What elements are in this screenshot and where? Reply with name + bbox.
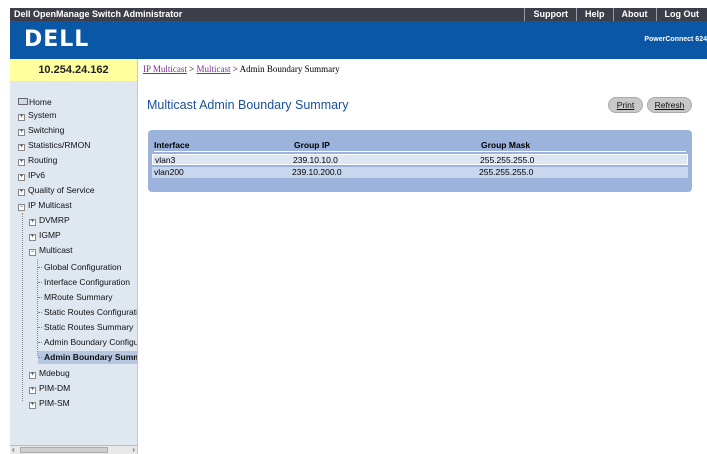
sidebar-item-global-config[interactable]: Global Configuration — [38, 261, 122, 274]
sidebar-item-label: PIM-SM — [39, 398, 70, 408]
sidebar-item-multicast[interactable]: − Multicast — [29, 244, 73, 257]
sidebar-item-label: Switching — [28, 125, 65, 135]
logout-link[interactable]: Log Out — [655, 8, 707, 21]
sidebar-item-label: Mdebug — [39, 368, 70, 378]
sidebar-item-label: Quality of Service — [28, 185, 95, 195]
help-link[interactable]: Help — [575, 8, 613, 21]
sidebar-item-label: Routing — [28, 155, 58, 165]
header-banner: DELL PowerConnect 624 — [10, 21, 707, 59]
sidebar-item-static-routes-summary[interactable]: Static Routes Summary — [38, 321, 133, 334]
sidebar-item-admin-boundary-config[interactable]: Admin Boundary Configuration — [38, 336, 137, 349]
sidebar-item-label: MRoute Summary — [44, 292, 113, 302]
sidebar-item-label: System — [28, 110, 57, 120]
header-interface: Interface — [154, 140, 190, 150]
expand-icon[interactable]: + — [29, 234, 36, 241]
breadcrumb: IP Multicast > Multicast > Admin Boundar… — [143, 64, 340, 74]
cell-group-mask: 255.255.255.0 — [479, 167, 534, 177]
sidebar-item-label: Admin Boundary Summary — [44, 352, 137, 362]
expand-icon[interactable]: + — [18, 174, 25, 181]
sidebar-item-pim-dm[interactable]: + PIM-DM — [29, 382, 70, 395]
sidebar-item-igmp[interactable]: + IGMP — [29, 229, 61, 242]
sidebar-item-home[interactable]: Home — [18, 96, 52, 109]
sidebar-item-label: PIM-DM — [39, 383, 71, 393]
sidebar-item-label: Multicast — [39, 245, 73, 255]
breadcrumb-separator: > — [186, 64, 197, 74]
expand-icon[interactable]: + — [18, 114, 25, 121]
sidebar-nav: Home + System + Switching + Statistics/RMON… — [10, 81, 138, 454]
page-title: Multicast Admin Boundary Summary — [147, 98, 349, 112]
expand-icon[interactable]: + — [18, 144, 25, 151]
scroll-right-icon[interactable]: › — [132, 445, 135, 454]
summary-table: Interface Group IP Group Mask vlan3 239.… — [148, 130, 692, 192]
header-group-ip: Group IP — [294, 140, 330, 150]
sidebar-item-static-routes-config[interactable]: Static Routes Configuration — [38, 306, 138, 319]
product-name: PowerConnect 624 — [644, 36, 707, 43]
top-bar: Dell OpenManage Switch Administrator Sup… — [10, 8, 707, 21]
cell-group-mask: 255.255.255.0 — [480, 155, 535, 165]
expand-icon[interactable]: + — [29, 219, 36, 226]
home-icon — [18, 98, 28, 105]
sidebar-item-label: IP Multicast — [28, 200, 72, 210]
header-group-mask: Group Mask — [481, 140, 531, 150]
dell-logo: DELL — [24, 27, 90, 52]
scrollbar-thumb[interactable] — [20, 447, 108, 453]
collapse-icon[interactable]: − — [29, 249, 36, 256]
app-title: Dell OpenManage Switch Administrator — [14, 9, 183, 19]
expand-icon[interactable]: + — [29, 372, 36, 379]
sidebar-item-routing[interactable]: + Routing — [18, 154, 57, 167]
sidebar-item-qos[interactable]: + Quality of Service — [18, 184, 95, 197]
breadcrumb-current: > Admin Boundary Summary — [230, 64, 340, 74]
support-link[interactable]: Support — [524, 8, 576, 21]
scroll-left-icon[interactable]: ‹ — [12, 445, 15, 454]
tree-line — [22, 213, 23, 401]
sidebar-item-pim-sm[interactable]: + PIM-SM — [29, 397, 70, 410]
collapse-icon[interactable]: − — [18, 204, 25, 211]
sidebar-item-mroute-summary[interactable]: MRoute Summary — [38, 291, 113, 304]
sidebar-item-label: Admin Boundary Configuration — [44, 337, 137, 347]
sidebar-item-switching[interactable]: + Switching — [18, 124, 64, 137]
breadcrumb-ip-multicast[interactable]: IP Multicast — [143, 64, 187, 74]
print-button[interactable]: Print — [608, 97, 643, 113]
table-row[interactable]: vlan200 239.10.200.0 255.255.255.0 — [152, 167, 688, 178]
ip-address: 10.254.24.162 — [10, 59, 138, 81]
sidebar-item-ipv6[interactable]: + IPv6 — [18, 169, 45, 182]
sidebar-item-label: Static Routes Summary — [44, 322, 134, 332]
table-row[interactable]: vlan3 239.10.10.0 255.255.255.0 — [152, 154, 688, 165]
sidebar-item-admin-boundary-summary[interactable]: Admin Boundary Summary — [38, 351, 137, 364]
sidebar-item-statistics[interactable]: + Statistics/RMON — [18, 139, 90, 152]
expand-icon[interactable]: + — [29, 387, 36, 394]
cell-interface: vlan3 — [155, 155, 176, 165]
cell-interface: vlan200 — [154, 167, 184, 177]
sidebar-item-interface-config[interactable]: Interface Configuration — [38, 276, 130, 289]
sidebar-item-label: Static Routes Configuration — [44, 307, 138, 317]
sidebar-item-dvmrp[interactable]: + DVMRP — [29, 214, 70, 227]
sidebar-item-label: IGMP — [39, 230, 61, 240]
cell-group-ip: 239.10.10.0 — [293, 155, 338, 165]
refresh-button[interactable]: Refresh — [647, 97, 692, 113]
sidebar-item-label: DVMRP — [39, 215, 70, 225]
sidebar-item-label: Interface Configuration — [44, 277, 130, 287]
sidebar-item-system[interactable]: + System — [18, 109, 56, 122]
horizontal-scrollbar[interactable]: ‹ › — [10, 445, 137, 454]
about-link[interactable]: About — [612, 8, 656, 21]
table-header: Interface Group IP Group Mask — [154, 140, 686, 152]
sidebar-item-label: Statistics/RMON — [28, 140, 91, 150]
sidebar-item-label: IPv6 — [28, 170, 46, 180]
top-links: Support Help About Log Out — [524, 8, 707, 21]
expand-icon[interactable]: + — [18, 159, 25, 166]
sidebar-item-label: Global Configuration — [44, 262, 122, 272]
cell-group-ip: 239.10.200.0 — [292, 167, 342, 177]
sidebar-item-ip-multicast[interactable]: − IP Multicast — [18, 199, 72, 212]
breadcrumb-multicast[interactable]: Multicast — [197, 64, 231, 74]
expand-icon[interactable]: + — [18, 189, 25, 196]
sidebar-item-label: Home — [29, 97, 52, 107]
expand-icon[interactable]: + — [29, 402, 36, 409]
sidebar-item-mdebug[interactable]: + Mdebug — [29, 367, 70, 380]
expand-icon[interactable]: + — [18, 129, 25, 136]
